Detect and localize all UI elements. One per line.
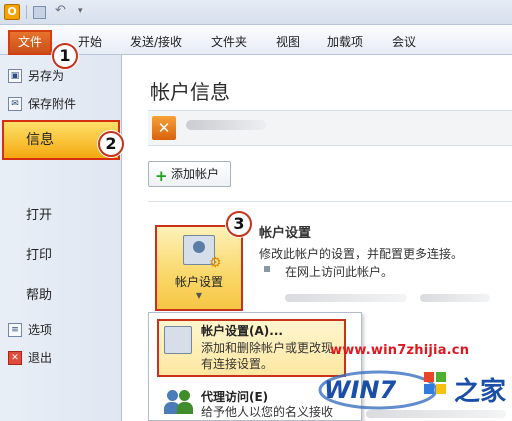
tab-view[interactable]: 视图 — [276, 33, 300, 50]
step-marker-1: 1 — [52, 43, 78, 69]
sidebar-item-label: 退出 — [28, 351, 53, 365]
customize-quick-access-icon[interactable]: ▾ — [78, 6, 94, 22]
title-bar: O ↶ ▾ — [0, 0, 512, 25]
sidebar-item-label: 保存附件 — [28, 97, 77, 111]
toolbar-separator — [26, 5, 27, 19]
add-account-button[interactable]: + 添加帐户 — [148, 161, 231, 187]
blurred-text — [285, 294, 407, 302]
backstage-sidebar: ▣ 另存为 ✉ 保存附件 打开 打印 帮助 ≡ 选项 ✕ 退出 — [0, 55, 122, 421]
account-settings-button[interactable]: ⚙ 帐户设置 ▼ — [155, 225, 243, 311]
exit-icon: ✕ — [8, 351, 22, 365]
divider — [148, 201, 512, 202]
account-settings-icon — [164, 326, 192, 354]
sidebar-item-label: 另存为 — [28, 69, 65, 83]
plus-icon: + — [155, 167, 168, 185]
tab-home[interactable]: 开始 — [78, 33, 102, 50]
sidebar-item-options[interactable]: ≡ 选项 — [0, 317, 122, 343]
svg-text:之家: 之家 — [454, 376, 506, 407]
menu-item-delegate-access[interactable]: 代理访问(E) — [201, 388, 268, 405]
page-title: 帐户信息 — [150, 80, 230, 104]
sidebar-item-help[interactable]: 帮助 — [0, 283, 122, 309]
tab-send-receive[interactable]: 发送/接收 — [130, 33, 182, 50]
account-name-blurred — [186, 120, 266, 130]
options-icon: ≡ — [8, 323, 22, 337]
menu-item-desc: 有连接设置。 — [201, 357, 274, 371]
step-marker-2: 2 — [98, 131, 124, 157]
tab-addins[interactable]: 加载项 — [327, 33, 363, 50]
blurred-text — [420, 294, 490, 302]
menu-item-title: 帐户设置(A)... — [201, 324, 283, 338]
bullet-icon — [264, 266, 270, 272]
watermark-logo: WIN7 之家 — [318, 370, 506, 410]
outlook-app-icon[interactable]: O — [4, 4, 20, 20]
watermark-url: www.win7zhijia.cn — [330, 343, 470, 358]
menu-item-desc: 添加和删除帐户或更改现 — [201, 341, 334, 355]
sidebar-item-label: 选项 — [28, 323, 53, 337]
svg-text:WIN7: WIN7 — [324, 376, 396, 404]
menu-item-desc: 给予他人以您的名义接收 — [201, 405, 334, 419]
save-as-icon: ▣ — [8, 69, 22, 83]
gear-icon: ⚙ — [209, 255, 222, 271]
save-icon[interactable] — [33, 6, 46, 19]
account-settings-button-label: 帐户设置 — [174, 275, 223, 289]
tab-file[interactable]: 文件 — [8, 30, 52, 55]
section-description: 修改此帐户的设置，并配置更多连接。 — [259, 247, 464, 261]
undo-icon[interactable]: ↶ — [55, 3, 71, 19]
sidebar-item-save-attachments[interactable]: ✉ 保存附件 — [0, 91, 122, 117]
web-access-link[interactable]: 在网上访问此帐户。 — [285, 263, 393, 280]
add-account-label: 添加帐户 — [171, 167, 220, 181]
tab-folder[interactable]: 文件夹 — [211, 33, 247, 50]
sidebar-item-print[interactable]: 打印 — [0, 243, 122, 269]
sidebar-item-exit[interactable]: ✕ 退出 — [0, 345, 122, 371]
step-marker-3: 3 — [226, 211, 252, 237]
section-title: 帐户设置 — [259, 226, 312, 241]
attachment-icon: ✉ — [8, 97, 22, 111]
sidebar-item-open[interactable]: 打开 — [0, 203, 122, 229]
exchange-account-icon: ✕ — [152, 116, 176, 140]
tab-meeting[interactable]: 会议 — [392, 33, 416, 50]
chevron-down-icon: ▼ — [195, 291, 203, 300]
delegate-access-icon — [164, 388, 194, 416]
